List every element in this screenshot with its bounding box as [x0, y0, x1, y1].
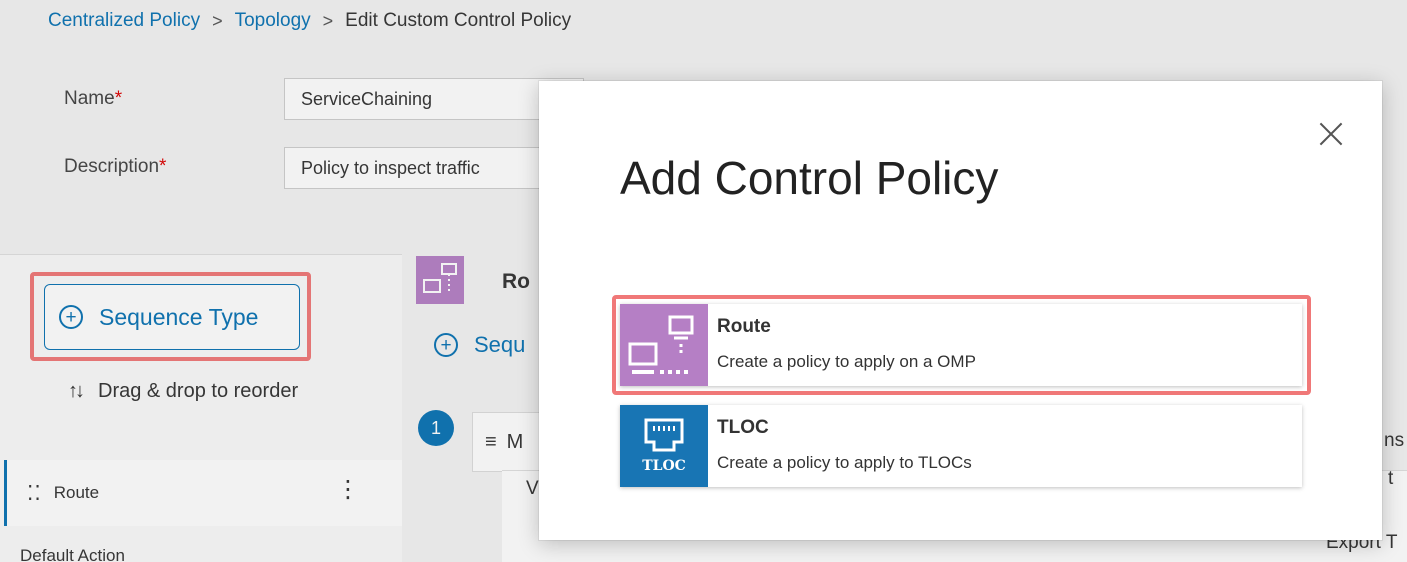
route-option[interactable]: Route Create a policy to apply on a OMP — [620, 304, 1302, 386]
tloc-icon: TLOC — [620, 405, 708, 487]
add-control-policy-modal: Add Control Policy Route Create a policy… — [539, 81, 1382, 540]
close-icon[interactable] — [1316, 119, 1346, 149]
ethernet-port-icon — [644, 418, 684, 452]
route-option-description: Create a policy to apply on a OMP — [717, 352, 976, 371]
tloc-option-text: TLOC Create a policy to apply to TLOCs — [708, 405, 981, 487]
tloc-option[interactable]: TLOC TLOC Create a policy to apply to TL… — [620, 405, 1302, 487]
route-icon — [620, 304, 708, 386]
tloc-option-title: TLOC — [717, 417, 769, 438]
route-option-text: Route Create a policy to apply on a OMP — [708, 304, 985, 386]
route-icon-svg — [628, 315, 694, 374]
tloc-option-description: Create a policy to apply to TLOCs — [717, 453, 972, 472]
modal-title: Add Control Policy — [620, 152, 999, 204]
tloc-icon-label: TLOC — [642, 458, 686, 474]
route-option-title: Route — [717, 316, 771, 337]
